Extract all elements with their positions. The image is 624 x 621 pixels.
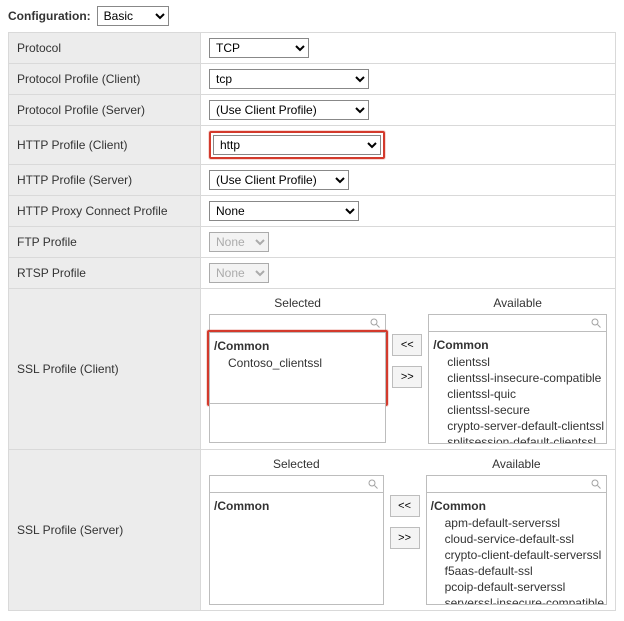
configuration-row: Configuration: Basic	[8, 6, 616, 26]
row-ssl-profile-server: SSL Profile (Server) Selected /Common	[9, 450, 616, 611]
list-item[interactable]: clientssl-quic	[435, 386, 604, 402]
search-icon	[590, 478, 602, 490]
ssl-client-selected-search-input[interactable]	[214, 315, 369, 331]
row-value-protocolProfileClient: tcp	[201, 64, 616, 95]
ssl-client-available-title: Available	[428, 294, 607, 314]
row-label-httpProfileClient: HTTP Profile (Client)	[9, 126, 201, 165]
ssl-client-selected-title: Selected	[209, 294, 386, 314]
row-label-httpProxyConnect: HTTP Proxy Connect Profile	[9, 196, 201, 227]
search-icon	[590, 317, 602, 329]
ssl-server-selected-search[interactable]	[209, 475, 384, 493]
list-item[interactable]: crypto-server-default-clientssl	[435, 418, 604, 434]
list-item[interactable]: apm-default-serverssl	[433, 515, 604, 531]
ssl-client-dual-list: Selected /Common Contoso_clientssl	[209, 294, 607, 444]
ssl-server-mover: << >>	[390, 455, 420, 549]
ssl-client-selected-column: Selected /Common Contoso_clientssl	[209, 294, 386, 443]
configuration-select[interactable]: Basic	[97, 6, 169, 26]
ssl-client-mover: << >>	[392, 294, 422, 388]
list-item[interactable]: serverssl-insecure-compatible	[433, 595, 604, 605]
ssl-client-available-search-input[interactable]	[433, 315, 590, 331]
list-item[interactable]: clientssl-insecure-compatible	[435, 370, 604, 386]
ssl-client-selected-listbox[interactable]: /Common Contoso_clientssl	[209, 332, 386, 404]
row-label-ftpProfile: FTP Profile	[9, 227, 201, 258]
list-item[interactable]: pcoip-default-serverssl	[433, 579, 604, 595]
ssl-server-available-listbox[interactable]: /Common apm-default-serversslcloud-servi…	[426, 493, 607, 605]
httpProfileClient-select[interactable]: http	[213, 135, 381, 155]
list-item[interactable]: f5aas-default-ssl	[433, 563, 604, 579]
row-ssl-profile-client: SSL Profile (Client) Selected /Common	[9, 289, 616, 450]
ssl-server-selected-search-input[interactable]	[214, 476, 367, 492]
protocol-select[interactable]: TCP	[209, 38, 309, 58]
search-icon	[367, 478, 379, 490]
ssl-client-available-search[interactable]	[428, 314, 607, 332]
ssl-server-available-group-header: /Common	[431, 499, 604, 513]
row-label-httpProfileServer: HTTP Profile (Server)	[9, 165, 201, 196]
ssl-server-available-search[interactable]	[426, 475, 607, 493]
ssl-client-available-group-header: /Common	[433, 338, 604, 352]
add-to-selected-button[interactable]: <<	[390, 495, 420, 517]
row-value-ftpProfile: None	[201, 227, 616, 258]
row-protocolProfileServer: Protocol Profile (Server) (Use Client Pro…	[9, 95, 616, 126]
ssl-server-available-search-input[interactable]	[431, 476, 590, 492]
ssl-client-selected-group-header: /Common	[214, 339, 383, 353]
ssl-server-dual-list: Selected /Common << >>	[209, 455, 607, 605]
list-item[interactable]: clientssl	[435, 354, 604, 370]
ssl-server-selected-listbox[interactable]: /Common	[209, 493, 384, 605]
row-value-httpProxyConnect: None	[201, 196, 616, 227]
row-label-protocol: Protocol	[9, 33, 201, 64]
rtspProfile-select: None	[209, 263, 269, 283]
ssl-client-available-column: Available /Common clientsslclientssl-ins…	[428, 294, 607, 444]
list-item[interactable]: clientssl-secure	[435, 402, 604, 418]
row-value-protocol: TCP	[201, 33, 616, 64]
remove-from-selected-button[interactable]: >>	[392, 366, 422, 388]
ssl-server-selected-column: Selected /Common	[209, 455, 384, 605]
httpProxyConnect-select[interactable]: None	[209, 201, 359, 221]
row-label-protocolProfileServer: Protocol Profile (Server)	[9, 95, 201, 126]
row-value-httpProfileServer: (Use Client Profile)	[201, 165, 616, 196]
remove-from-selected-button[interactable]: >>	[390, 527, 420, 549]
ssl-client-available-listbox[interactable]: /Common clientsslclientssl-insecure-comp…	[428, 332, 607, 444]
ssl-server-available-title: Available	[426, 455, 607, 475]
row-value-rtspProfile: None	[201, 258, 616, 289]
ssl-server-selected-title: Selected	[209, 455, 384, 475]
ssl-client-selected-listbox-spacer	[209, 404, 386, 443]
config-table: ProtocolTCPProtocol Profile (Client)tcpP…	[8, 32, 616, 611]
row-httpProxyConnect: HTTP Proxy Connect Profile None	[9, 196, 616, 227]
row-value-protocolProfileServer: (Use Client Profile)	[201, 95, 616, 126]
search-icon	[369, 317, 381, 329]
httpProfileServer-select[interactable]: (Use Client Profile)	[209, 170, 349, 190]
row-ftpProfile: FTP Profile None	[9, 227, 616, 258]
row-protocolProfileClient: Protocol Profile (Client) tcp	[9, 64, 616, 95]
ssl-server-selected-group-header: /Common	[214, 499, 381, 513]
list-item[interactable]: cloud-service-default-ssl	[433, 531, 604, 547]
row-rtspProfile: RTSP Profile None	[9, 258, 616, 289]
add-to-selected-button[interactable]: <<	[392, 334, 422, 356]
ftpProfile-select: None	[209, 232, 269, 252]
httpProfileClient-highlight: http	[209, 131, 385, 159]
ssl-server-available-column: Available /Common apm-default-serversslc…	[426, 455, 607, 605]
row-label-protocolProfileClient: Protocol Profile (Client)	[9, 64, 201, 95]
protocolProfileServer-select[interactable]: (Use Client Profile)	[209, 100, 369, 120]
row-value-httpProfileClient: http	[201, 126, 616, 165]
row-label-ssl-client: SSL Profile (Client)	[9, 289, 201, 450]
row-protocol: Protocol TCP	[9, 33, 616, 64]
list-item[interactable]: crypto-client-default-serverssl	[433, 547, 604, 563]
row-httpProfileClient: HTTP Profile (Client) http	[9, 126, 616, 165]
protocolProfileClient-select[interactable]: tcp	[209, 69, 369, 89]
list-item[interactable]: Contoso_clientssl	[216, 355, 383, 371]
row-label-ssl-server: SSL Profile (Server)	[9, 450, 201, 611]
list-item[interactable]: splitsession-default-clientssl	[435, 434, 604, 444]
row-label-rtspProfile: RTSP Profile	[9, 258, 201, 289]
row-httpProfileServer: HTTP Profile (Server) (Use Client Profile…	[9, 165, 616, 196]
configuration-label: Configuration:	[8, 9, 91, 23]
